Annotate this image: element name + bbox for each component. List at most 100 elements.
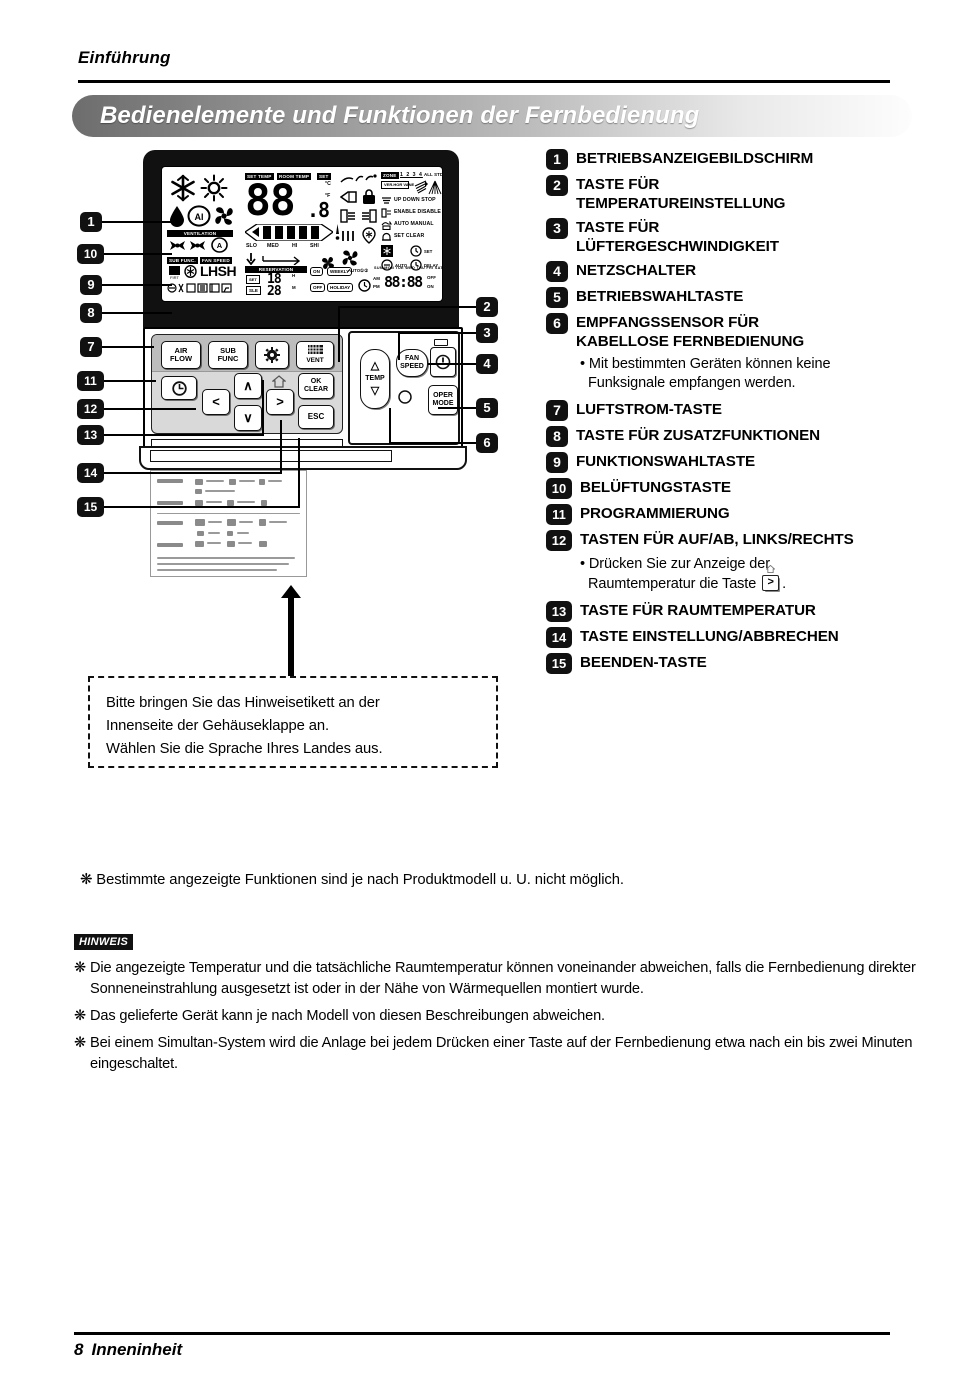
defrost-icon xyxy=(362,227,376,244)
callout-12: 12 xyxy=(77,399,104,419)
down-arrow-glyph: ∨ xyxy=(243,409,253,425)
snow-small-icon xyxy=(381,245,393,257)
legend-note-12: • Drücken Sie zur Anzeige der Raumtemper… xyxy=(580,555,946,594)
down-arrow-button[interactable]: ∨ xyxy=(234,405,262,431)
fan-auto-icon xyxy=(342,250,358,266)
filter-sign-icon-right xyxy=(362,209,377,223)
legend-badge-10: 10 xyxy=(546,478,572,499)
legend-item-5: 5 BETRIEBSWAHLTASTE xyxy=(546,286,946,308)
leader-8 xyxy=(102,312,172,314)
vent-grid-icon xyxy=(307,344,323,354)
legend-badge-12: 12 xyxy=(546,530,572,551)
lcd-celsius-unit: °C xyxy=(325,181,332,187)
leader-14-v xyxy=(280,420,282,473)
legend-badge-1: 1 xyxy=(546,149,568,170)
leader-11 xyxy=(104,380,156,382)
legend-label-10: BELÜFTUNGSTASTE xyxy=(580,479,731,496)
legend-label-4: NETZSCHALTER xyxy=(576,262,697,279)
lcd-temperature-decimal: .8 xyxy=(307,198,330,222)
legend-label-1: BETRIEBSANZEIGEBILDSCHIRM xyxy=(576,150,814,167)
legend-item-15: 15 BEENDEN-TASTE xyxy=(546,652,946,674)
esc-label: ESC xyxy=(307,411,325,421)
vent-fan-icon-2 xyxy=(190,241,205,250)
clear-label: CLEAR xyxy=(303,386,329,393)
fan-label: FAN xyxy=(405,354,419,362)
legend-list: 1 BETRIEBSANZEIGEBILDSCHIRM 2 TASTE FÜR … xyxy=(546,148,946,678)
lcd-all-std: ALL STD xyxy=(424,172,443,177)
hinweis-text-1: Die angezeigte Temperatur und die tatsäc… xyxy=(90,960,916,997)
legend-badge-4: 4 xyxy=(546,261,568,282)
legend-item-14: 14 TASTE EINSTELLUNG/ABBRECHEN xyxy=(546,626,946,648)
lcd-on-tag: ON xyxy=(310,267,323,276)
lcd-auto-manual: AUTO MANUAL xyxy=(394,221,434,227)
temp-adjust-button[interactable]: △ TEMP ▽ xyxy=(360,349,390,409)
legend-badge-9: 9 xyxy=(546,452,568,473)
dashnote-line-1: Bitte bringen Sie das Hinweisetikett an … xyxy=(106,695,380,711)
footer-rule xyxy=(74,1332,890,1335)
lcd-stand-by-tag: SET xyxy=(246,275,260,284)
vent-fan-icon-1 xyxy=(170,241,185,250)
legend-badge-13: 13 xyxy=(546,601,572,622)
legend-label-9: FUNKTIONSWAHLTASTE xyxy=(576,453,756,470)
leader-15 xyxy=(104,506,300,508)
hinweis-text-2: Das gelieferte Gerät kann je nach Modell… xyxy=(90,1008,605,1024)
esc-button[interactable]: ESC xyxy=(298,405,334,429)
leader-14 xyxy=(104,472,282,474)
leader-4 xyxy=(428,363,476,365)
legend-item-13: 13 TASTE FÜR RAUMTEMPERATUR xyxy=(546,600,946,622)
hinweis-bullet-1: ❋ xyxy=(74,960,87,976)
lcd-fan-med: MED xyxy=(267,243,279,249)
left-arrow-button[interactable]: < xyxy=(202,389,230,415)
filter-icon: FIRT xyxy=(169,266,180,279)
leader-2-v xyxy=(338,306,340,362)
leader-6-v xyxy=(389,408,391,443)
vent-button[interactable]: VENT xyxy=(296,341,334,369)
up-arrow-button[interactable]: ∧ xyxy=(234,373,262,399)
svg-text:A: A xyxy=(217,241,223,250)
updown-vane-icon xyxy=(382,197,391,204)
function-select-button[interactable] xyxy=(255,341,289,369)
leader-3-v xyxy=(398,332,400,360)
right-arrow-button[interactable]: > xyxy=(266,389,294,415)
lcd-lhsh: LHSH xyxy=(200,263,237,279)
right-arrow-glyph: > xyxy=(276,393,284,409)
legend-item-12: 12 TASTEN FÜR AUF/AB, LINKS/RECHTS xyxy=(546,529,946,551)
remote-control-button-body: AIR FLOW SUB FUNC VENT ∧ ∨ < > OK CLEAR … xyxy=(143,327,463,451)
callout-4: 4 xyxy=(476,354,498,374)
legend-item-8: 8 TASTE FÜR ZUSATZFUNKTIONEN xyxy=(546,425,946,447)
power-button[interactable] xyxy=(430,347,456,377)
lcd-set-clear: SET CLEAR xyxy=(394,233,425,239)
legend-note-6-l2: Funksignale empfangen werden. xyxy=(588,375,796,391)
manual-page: Einführung Bedienelemente und Funktionen… xyxy=(0,0,954,1400)
lcd-am-label: AM xyxy=(373,276,381,281)
legend-item-10: 10 BELÜFTUNGSTASTE xyxy=(546,477,946,499)
svg-text:FIRT: FIRT xyxy=(170,275,179,279)
page-title: Bedienelemente und Funktionen der Fernbe… xyxy=(100,102,700,129)
air-flow-button[interactable]: AIR FLOW xyxy=(161,341,201,369)
sub-func-button[interactable]: SUB FUNC xyxy=(208,341,248,369)
legend-label-3b: LÜFTERGESCHWINDIGKEIT xyxy=(576,238,779,255)
oper-mode-button[interactable]: OPER MODE xyxy=(428,385,458,415)
room-temp-key-illustration: > xyxy=(761,565,781,591)
callout-8: 8 xyxy=(80,303,102,323)
oper-label: OPER xyxy=(433,391,453,399)
legend-item-3: 3 TASTE FÜR LÜFTERGESCHWINDIGKEIT xyxy=(546,217,946,256)
lcd-weekday-row: SUN MON TUE WED THU FRI SAT xyxy=(374,266,443,270)
ok-clear-button[interactable]: OK CLEAR xyxy=(298,373,334,399)
fan-speed-button[interactable]: FAN SPEED xyxy=(396,349,428,377)
availability-note: ❋ Bestimmte angezeigte Funktionen sind j… xyxy=(80,872,624,888)
lcd-enable-disable: ENABLE DISABLE xyxy=(394,209,441,215)
air-flow-label-2: FLOW xyxy=(169,354,193,363)
legend-badge-8: 8 xyxy=(546,426,568,447)
callout-9: 9 xyxy=(80,275,102,295)
airflow-swing-icon xyxy=(340,191,357,203)
legend-label-2b: TEMPERATUREINSTELLUNG xyxy=(576,195,786,212)
clock-program-icon xyxy=(171,380,187,396)
dashnote-line-3: Wählen Sie die Sprache Ihres Landes aus. xyxy=(106,741,383,757)
legend-note-12-l1: • Drücken Sie zur Anzeige der xyxy=(580,556,770,572)
legend-badge-5: 5 xyxy=(546,287,568,308)
wireless-receiver-sensor xyxy=(398,390,412,404)
leader-6 xyxy=(389,442,476,444)
lcd-clock-off: OFF xyxy=(427,275,437,280)
timer-program-button[interactable] xyxy=(161,376,197,400)
